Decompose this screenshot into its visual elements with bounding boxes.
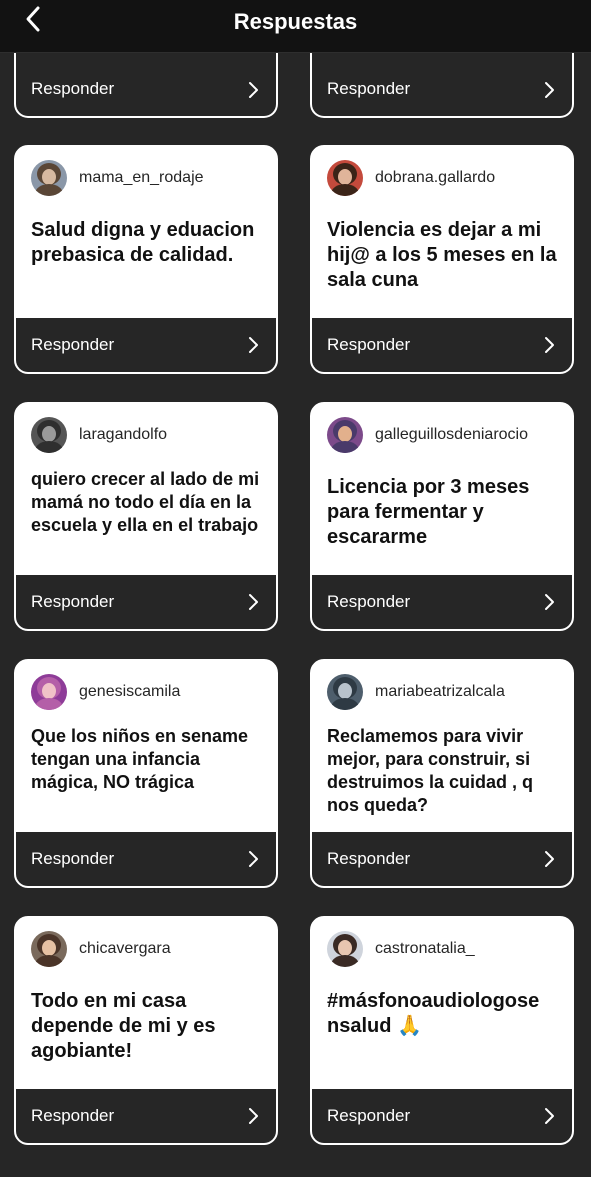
chevron-right-icon (249, 337, 258, 353)
username[interactable]: genesiscamila (79, 683, 180, 701)
response-content: laragandolfo quiero crecer al lado de mi … (16, 404, 276, 575)
response-text: quiero crecer al lado de mi mamá no todo… (31, 469, 260, 535)
user-row[interactable]: chicavergara (31, 930, 268, 968)
responses-grid: Responder Responder mama_en_rodaje Salud … (0, 0, 591, 1177)
user-row[interactable]: dobrana.gallardo (327, 159, 564, 197)
user-row[interactable]: mama_en_rodaje (31, 159, 268, 197)
avatar[interactable] (327, 931, 363, 967)
chevron-right-icon (545, 594, 554, 610)
avatar[interactable] (31, 160, 67, 196)
avatar[interactable] (327, 160, 363, 196)
response-text: Todo en mi casa depende de mi y es agobi… (31, 990, 216, 1062)
chevron-right-icon (249, 851, 258, 867)
response-text: Reclamemos para vivir mejor, para constr… (327, 726, 534, 815)
reply-label: Responder (327, 849, 411, 868)
reply-label: Responder (31, 849, 115, 868)
response-content: genesiscamila Que los niños en sename ten… (16, 661, 276, 832)
username[interactable]: castronatalia_ (375, 940, 475, 958)
response-content: mariabeatrizalcala Reclamemos para vivir … (312, 661, 572, 832)
top-bar: Respuestas (0, 0, 591, 53)
response-text: Salud digna y eduacion prebasica de cali… (31, 219, 255, 266)
chevron-right-icon (545, 1108, 554, 1124)
reply-button[interactable]: Responder (312, 1089, 572, 1143)
response-text: Violencia es dejar a mi hij@ a los 5 mes… (327, 219, 557, 291)
avatar[interactable] (31, 417, 67, 453)
reply-label: Responder (31, 79, 115, 98)
username[interactable]: laragandolfo (79, 426, 167, 444)
response-card: galleguillosdeniarocio Licencia por 3 mes… (310, 402, 574, 631)
reply-label: Responder (327, 335, 411, 354)
user-row[interactable]: laragandolfo (31, 416, 268, 454)
avatar[interactable] (31, 674, 67, 710)
reply-label: Responder (327, 592, 411, 611)
username[interactable]: galleguillosdeniarocio (375, 426, 528, 444)
response-card: genesiscamila Que los niños en sename ten… (14, 659, 278, 888)
reply-button[interactable]: Responder (16, 832, 276, 886)
reply-label: Responder (31, 1106, 115, 1125)
chevron-right-icon (545, 851, 554, 867)
username[interactable]: chicavergara (79, 940, 171, 958)
response-text: Licencia por 3 meses para fermentar y es… (327, 476, 530, 548)
username[interactable]: mariabeatrizalcala (375, 683, 505, 701)
response-card: mama_en_rodaje Salud digna y eduacion pre… (14, 145, 278, 374)
chevron-right-icon (249, 82, 258, 98)
reply-label: Responder (31, 335, 115, 354)
reply-label: Responder (327, 79, 411, 98)
reply-button[interactable]: Responder (16, 575, 276, 629)
response-content: dobrana.gallardo Violencia es dejar a mi … (312, 147, 572, 318)
reply-label: Responder (327, 1106, 411, 1125)
response-text: #másfonoaudiologose nsalud 🙏 (327, 990, 540, 1037)
avatar[interactable] (31, 931, 67, 967)
response-card: mariabeatrizalcala Reclamemos para vivir … (310, 659, 574, 888)
response-content: castronatalia_ #másfonoaudiologose nsalud… (312, 918, 572, 1089)
username[interactable]: mama_en_rodaje (79, 169, 204, 187)
reply-button[interactable]: Responder (312, 832, 572, 886)
reply-label: Responder (31, 592, 115, 611)
avatar[interactable] (327, 417, 363, 453)
username[interactable]: dobrana.gallardo (375, 169, 495, 187)
avatar[interactable] (327, 674, 363, 710)
user-row[interactable]: mariabeatrizalcala (327, 673, 564, 711)
chevron-right-icon (249, 594, 258, 610)
user-row[interactable]: castronatalia_ (327, 930, 564, 968)
user-row[interactable]: galleguillosdeniarocio (327, 416, 564, 454)
response-card: chicavergara Todo en mi casa depende de m… (14, 916, 278, 1145)
chevron-right-icon (249, 1108, 258, 1124)
response-text: Que los niños en sename tengan una infan… (31, 726, 249, 792)
reply-button[interactable]: Responder (16, 1089, 276, 1143)
chevron-right-icon (545, 82, 554, 98)
response-content: galleguillosdeniarocio Licencia por 3 mes… (312, 404, 572, 575)
response-content: mama_en_rodaje Salud digna y eduacion pre… (16, 147, 276, 318)
response-content: chicavergara Todo en mi casa depende de m… (16, 918, 276, 1089)
response-card: dobrana.gallardo Violencia es dejar a mi … (310, 145, 574, 374)
response-card: laragandolfo quiero crecer al lado de mi … (14, 402, 278, 631)
reply-button[interactable]: Responder (16, 318, 276, 372)
chevron-right-icon (545, 337, 554, 353)
reply-button[interactable]: Responder (312, 575, 572, 629)
reply-button[interactable]: Responder (312, 318, 572, 372)
response-card: castronatalia_ #másfonoaudiologose nsalud… (310, 916, 574, 1145)
user-row[interactable]: genesiscamila (31, 673, 268, 711)
page-title: Respuestas (233, 9, 358, 34)
